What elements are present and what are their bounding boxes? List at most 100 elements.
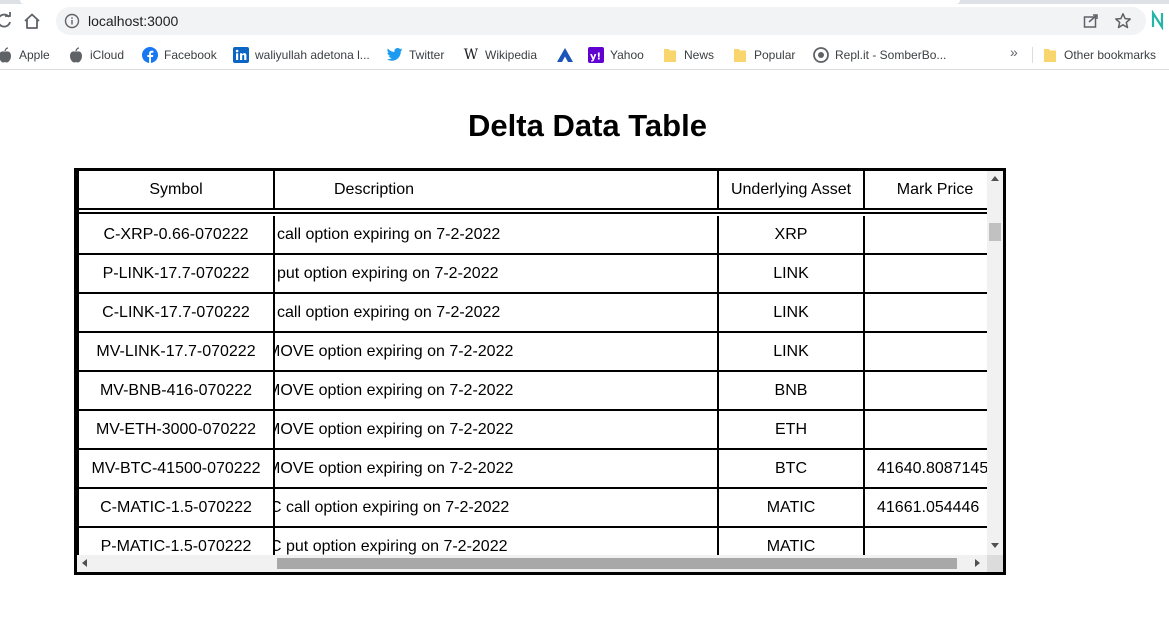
folder-icon	[732, 47, 748, 63]
vertical-scroll-thumb[interactable]	[989, 223, 1001, 241]
browser-toolbar: localhost:3000	[0, 0, 1169, 40]
reload-icon[interactable]	[0, 9, 16, 33]
bookmarks-bar: Apple iCloud Facebook waliyullah adetona…	[0, 40, 1169, 70]
cell-underlying-asset: LINK	[719, 255, 865, 294]
bookmark-label: Yahoo	[610, 48, 644, 62]
cell-description-text: call option expiring on 7-2-2022	[277, 303, 501, 321]
bookmark-label: Facebook	[164, 48, 217, 62]
cell-underlying-asset: LINK	[719, 294, 865, 333]
cell-underlying-asset: LINK	[719, 333, 865, 372]
replit-icon	[813, 47, 829, 63]
page-title: Delta Data Table	[468, 108, 707, 143]
cell-mark-price	[865, 411, 987, 450]
bookmark-label: Twitter	[409, 48, 445, 62]
cell-symbol: C-MATIC-1.5-070222	[79, 489, 275, 528]
scroll-left-arrow-icon[interactable]	[82, 559, 87, 567]
cell-mark-price	[865, 528, 987, 555]
cell-mark-price: 41661.054446	[865, 489, 987, 528]
cell-mark-price	[865, 216, 987, 255]
header-divider	[79, 210, 987, 214]
cell-description: MOVE option expiring on 7-2-2022	[275, 450, 719, 489]
cell-symbol: MV-BNB-416-070222	[79, 372, 275, 411]
cell-symbol: MV-ETH-3000-070222	[79, 411, 275, 450]
cell-symbol: MV-BTC-41500-070222	[79, 450, 275, 489]
vertical-scrollbar[interactable]	[987, 171, 1003, 555]
cell-description-text: MOVE option expiring on 7-2-2022	[275, 342, 514, 360]
header-description[interactable]: Description	[275, 171, 719, 210]
bookmark-facebook[interactable]: Facebook	[142, 46, 217, 64]
cell-description: MOVE option expiring on 7-2-2022	[275, 411, 719, 450]
share-icon[interactable]	[1082, 12, 1100, 30]
extension-icon[interactable]	[1150, 9, 1169, 31]
cell-underlying-asset: BTC	[719, 450, 865, 489]
data-table: Symbol Description Underlying Asset Mark…	[74, 168, 1006, 575]
bookmark-icloud[interactable]: iCloud	[68, 46, 124, 64]
bookmark-twitter[interactable]: Twitter	[387, 46, 444, 64]
bookmark-label: waliyullah adetona l...	[255, 48, 370, 62]
bookmark-wikipedia[interactable]: W Wikipedia	[463, 46, 537, 64]
cell-description: C call option expiring on 7-2-2022	[275, 489, 719, 528]
cell-description-text: MOVE option expiring on 7-2-2022	[275, 420, 514, 438]
cell-description-text: call option expiring on 7-2-2022	[277, 225, 501, 243]
bookmark-star-icon[interactable]	[1114, 12, 1132, 30]
bookmark-label: Repl.it - SomberBo...	[835, 48, 947, 62]
horizontal-scrollbar[interactable]	[77, 555, 987, 572]
bookmark-replit[interactable]: Repl.it - SomberBo...	[813, 46, 946, 64]
info-icon[interactable]	[64, 13, 80, 29]
cell-description: put option expiring on 7-2-2022	[275, 255, 719, 294]
cell-description-text: C call option expiring on 7-2-2022	[275, 498, 510, 516]
cell-description: C put option expiring on 7-2-2022	[275, 528, 719, 555]
cell-mark-price	[865, 372, 987, 411]
apple-icon	[0, 47, 13, 63]
cell-mark-price	[865, 333, 987, 372]
svg-text:y!: y!	[590, 52, 601, 63]
bookmark-triangle-site[interactable]	[557, 46, 579, 64]
url-text[interactable]: localhost:3000	[88, 13, 178, 29]
address-bar[interactable]: localhost:3000	[56, 7, 1146, 35]
wikipedia-icon: W	[463, 47, 479, 63]
apple-icon	[68, 47, 84, 63]
cell-symbol: P-MATIC-1.5-070222	[79, 528, 275, 555]
folder-icon	[662, 47, 678, 63]
cell-description-text: MOVE option expiring on 7-2-2022	[275, 459, 514, 477]
scrollbar-corner	[987, 555, 1003, 572]
linkedin-icon	[233, 47, 249, 63]
header-underlying-asset[interactable]: Underlying Asset	[719, 171, 865, 210]
bookmark-label: News	[684, 48, 715, 62]
cell-underlying-asset: MATIC	[719, 528, 865, 555]
bookmark-folder-news[interactable]: News	[662, 46, 714, 64]
bookmark-apple[interactable]: Apple	[0, 46, 50, 64]
horizontal-scroll-thumb[interactable]	[277, 558, 957, 569]
cell-description: call option expiring on 7-2-2022	[275, 294, 719, 333]
bookmark-folder-popular[interactable]: Popular	[732, 46, 795, 64]
scroll-up-arrow-icon[interactable]	[991, 176, 999, 181]
bookmark-linkedin[interactable]: waliyullah adetona l...	[233, 46, 370, 64]
tab-strip-edge	[0, 0, 1169, 4]
bookmarks-separator	[1032, 47, 1033, 63]
bookmark-label: Wikipedia	[485, 48, 538, 62]
table-viewport[interactable]: Symbol Description Underlying Asset Mark…	[77, 171, 987, 555]
cell-description-text: put option expiring on 7-2-2022	[277, 264, 499, 282]
header-mark-price[interactable]: Mark Price	[865, 171, 987, 210]
header-symbol[interactable]: Symbol	[79, 171, 275, 210]
home-icon[interactable]	[20, 9, 44, 33]
cell-symbol: P-LINK-17.7-070222	[79, 255, 275, 294]
cell-underlying-asset: BNB	[719, 372, 865, 411]
cell-symbol: C-LINK-17.7-070222	[79, 294, 275, 333]
bookmark-label: iCloud	[90, 48, 125, 62]
bookmark-yahoo[interactable]: y! Yahoo	[588, 46, 644, 64]
bookmark-other-bookmarks[interactable]: Other bookmarks	[1042, 46, 1156, 64]
bookmarks-overflow-chevron[interactable]: »	[1010, 44, 1018, 60]
cell-description-text: MOVE option expiring on 7-2-2022	[275, 381, 514, 399]
folder-icon	[1042, 47, 1058, 63]
bookmark-label: Other bookmarks	[1064, 48, 1157, 62]
cell-description-text: C put option expiring on 7-2-2022	[275, 537, 508, 555]
bookmark-label: Apple	[19, 48, 50, 62]
facebook-icon	[142, 47, 158, 63]
active-tab-edge[interactable]	[20, 0, 960, 4]
scroll-down-arrow-icon[interactable]	[991, 543, 999, 548]
scroll-right-arrow-icon[interactable]	[975, 559, 980, 567]
cell-description: MOVE option expiring on 7-2-2022	[275, 372, 719, 411]
triangle-logo-icon	[557, 47, 573, 63]
yahoo-icon: y!	[588, 47, 604, 63]
